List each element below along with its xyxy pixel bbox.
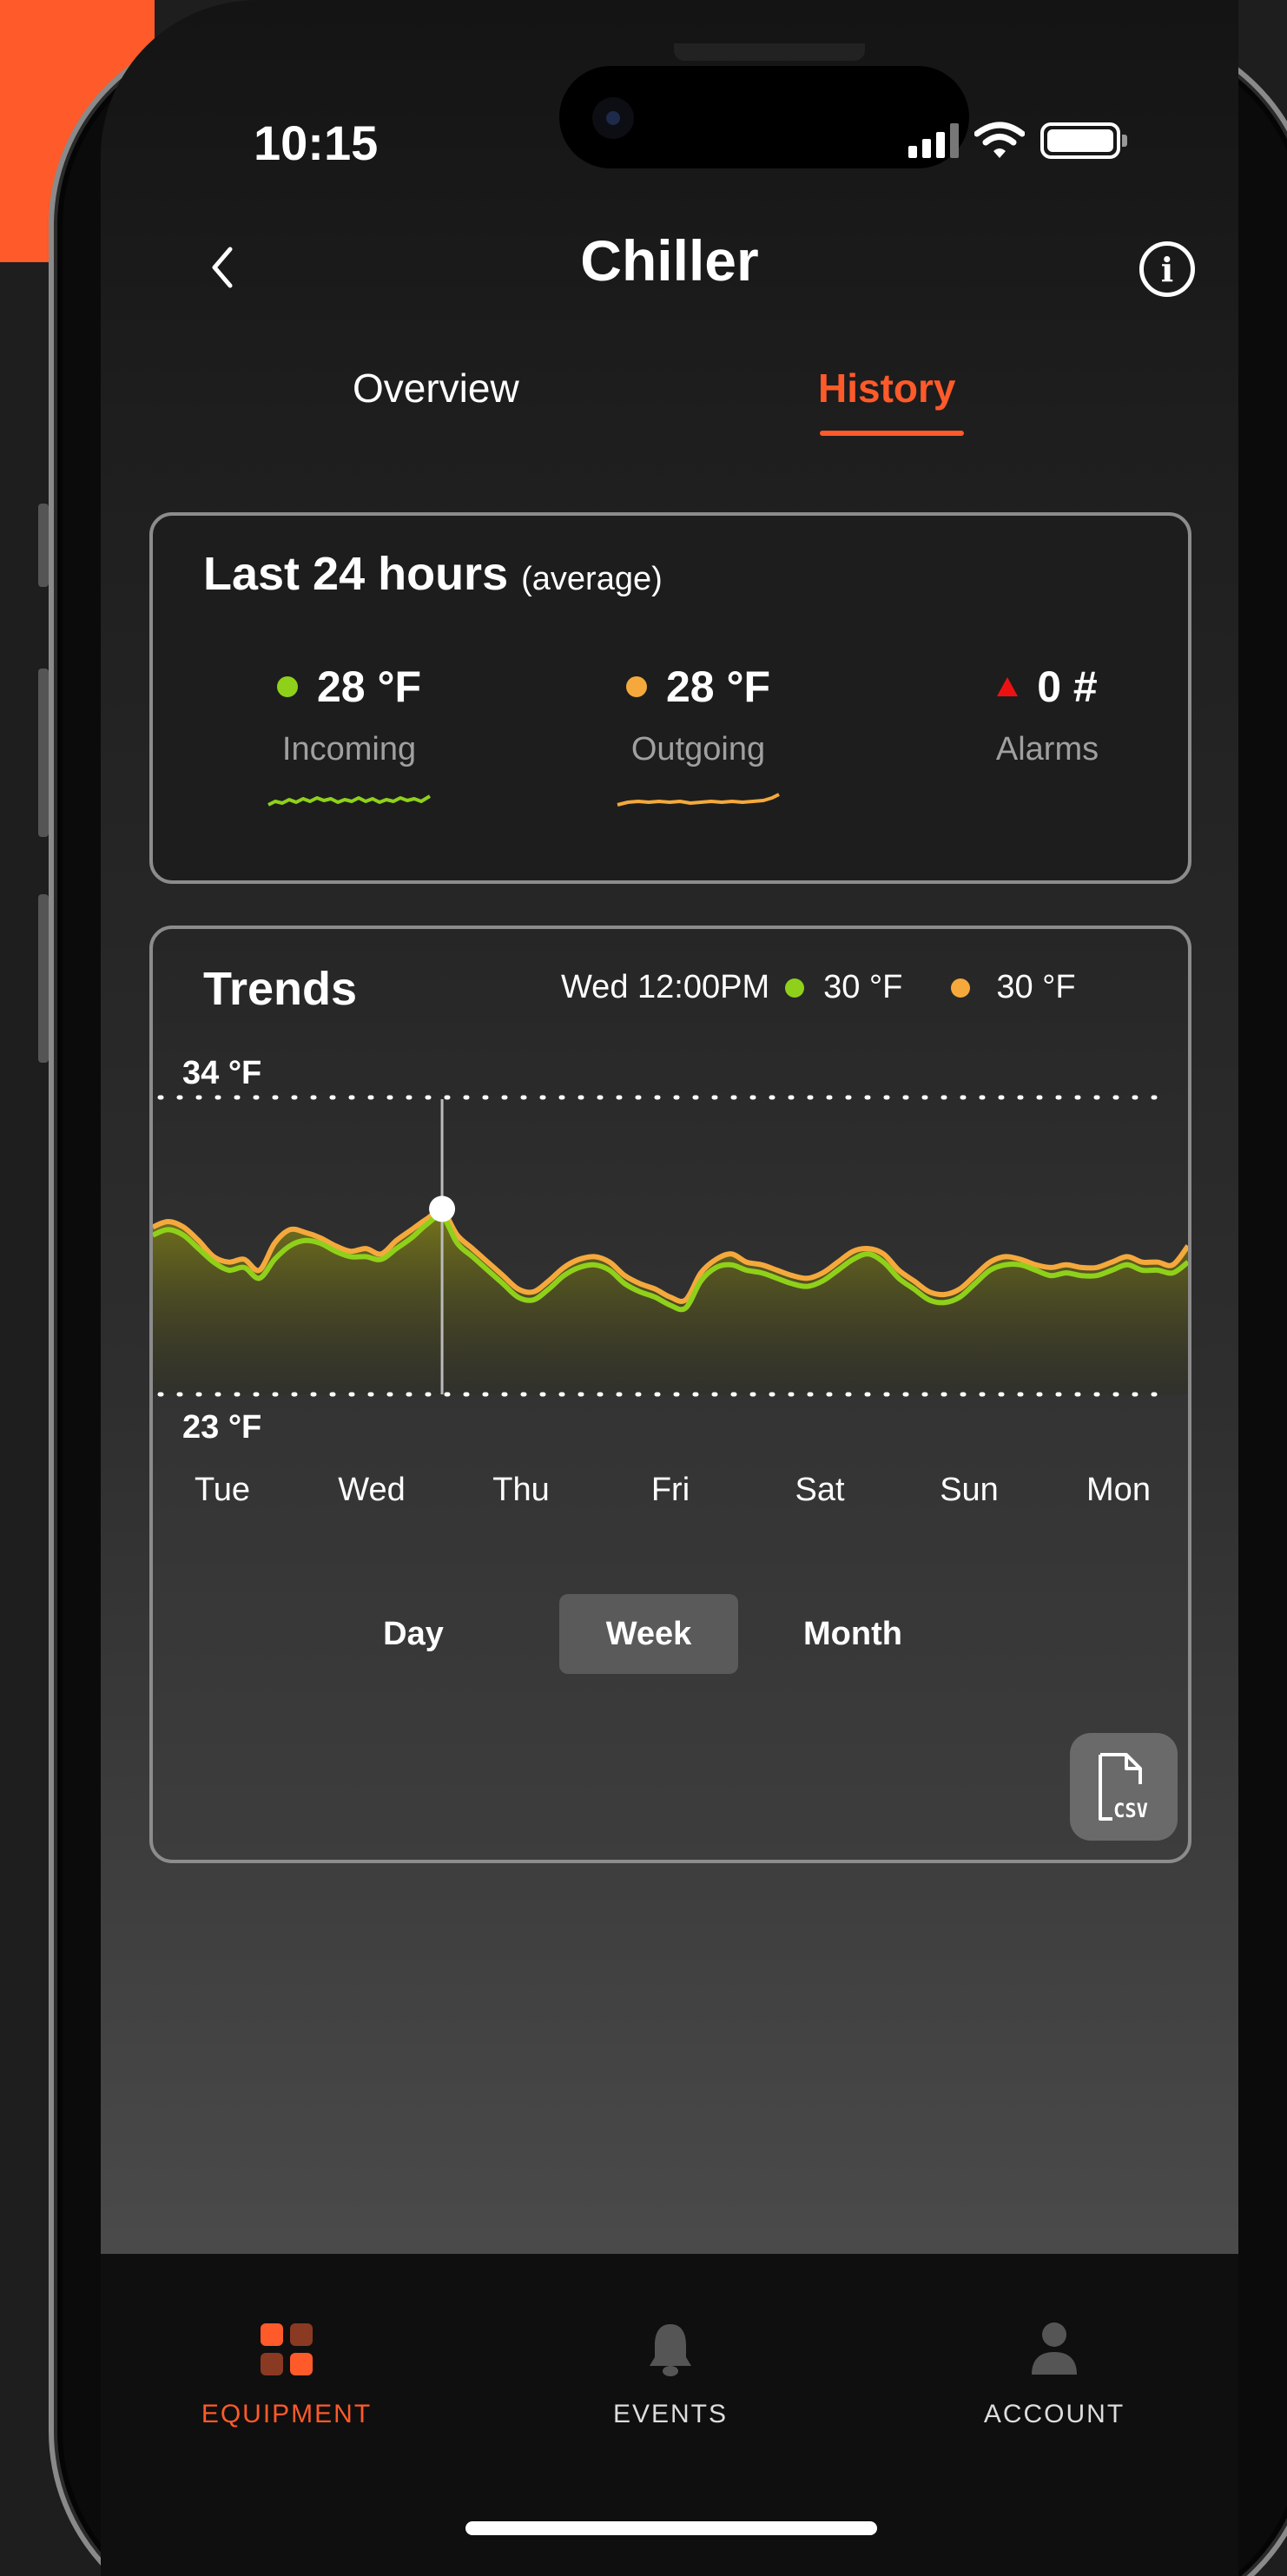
summary-title-text: Last 24 hours [203, 548, 509, 600]
trends-card: 34 °F 23 °F Tue Wed Thu Fri Sat Sun Mon Trends W… [149, 926, 1191, 1863]
battery-icon [1040, 122, 1127, 159]
wifi-icon [974, 122, 1025, 158]
x-tick-label-wed: Wed [338, 1472, 405, 1508]
metric-incoming-label: Incoming [281, 731, 417, 768]
incoming-dot-icon [276, 676, 298, 697]
equipment-grid-icon [261, 2323, 313, 2375]
metric-incoming: 28 °F Incoming [219, 662, 479, 810]
metric-alarms: 0 # Alarms [917, 662, 1178, 768]
outgoing-dot-icon [951, 978, 971, 998]
speaker-grille [674, 43, 865, 61]
readout-time: Wed 12:00PM [561, 969, 770, 1005]
nav-equipment[interactable]: EQUIPMENT [156, 2315, 417, 2429]
bell-icon [650, 2324, 691, 2376]
volume-down-button [38, 894, 49, 1063]
x-tick-label-sun: Sun [940, 1472, 999, 1508]
incoming-dot-icon [785, 978, 805, 998]
y-tick-label-max: 34 °F [182, 1055, 261, 1091]
status-icons [908, 122, 1127, 160]
info-button[interactable]: i [1139, 241, 1195, 297]
screenshot-stage: 10:15 Chiller i Overview History Last 24… [0, 0, 1287, 2576]
incoming-sparkline [267, 794, 432, 807]
selected-point-marker [429, 1196, 456, 1222]
volume-up-button [38, 669, 49, 837]
nav-equipment-label: EQUIPMENT [201, 2400, 373, 2428]
nav-account-label: ACCOUNT [983, 2400, 1125, 2428]
metric-incoming-value: 28 °F [316, 662, 422, 711]
x-tick-label-sat: Sat [795, 1472, 844, 1508]
app-screen: 10:15 Chiller i Overview History Last 24… [101, 0, 1238, 2576]
x-tick-label-fri: Fri [651, 1472, 690, 1508]
x-tick-label-thu: Thu [492, 1472, 549, 1508]
range-tab-day[interactable]: Day [361, 1594, 465, 1674]
summary-subtitle: (average) [521, 561, 663, 597]
readout-outgoing: 30 °F [996, 969, 1076, 1005]
metric-alarms-value: 0 # [1037, 662, 1098, 711]
nav-events[interactable]: EVENTS [540, 2315, 801, 2429]
home-indicator [465, 2521, 877, 2535]
front-camera [592, 97, 634, 139]
range-tab-week[interactable]: Week [559, 1594, 738, 1674]
metric-outgoing: 28 °F Outgoing [568, 662, 828, 810]
nav-events-label: EVENTS [612, 2400, 729, 2428]
summary-title: Last 24 hours (average) [203, 547, 663, 601]
trend-chart[interactable]: 34 °F 23 °F Tue Wed Thu Fri Sat Sun Mon [153, 929, 1188, 1624]
metric-outgoing-label: Outgoing [630, 731, 766, 768]
metric-alarms-label: Alarms [995, 731, 1099, 768]
x-tick-label-tue: Tue [195, 1472, 250, 1508]
tab-overview[interactable]: Overview [353, 365, 519, 412]
mute-switch [38, 504, 49, 587]
trend-readout: Wed 12:00PM 30 °F 30 °F [561, 969, 1076, 1006]
status-time: 10:15 [254, 115, 379, 170]
nav-account[interactable]: ACCOUNT [924, 2315, 1185, 2429]
trends-title: Trends [203, 963, 358, 1015]
metric-outgoing-value: 28 °F [665, 662, 771, 711]
cellular-signal-icon [908, 123, 959, 158]
csv-label: CSV [1113, 1801, 1148, 1822]
info-icon: i [1160, 249, 1174, 289]
active-tab-indicator [820, 431, 964, 436]
person-icon [1032, 2322, 1077, 2375]
summary-card: Last 24 hours (average) 28 °F Incoming 2… [149, 512, 1191, 884]
y-tick-label-min: 23 °F [182, 1409, 261, 1446]
page-title: Chiller [580, 228, 759, 293]
x-tick-label-mon: Mon [1086, 1472, 1151, 1508]
csv-file-icon: CSV [1099, 1753, 1148, 1822]
range-tab-month[interactable]: Month [775, 1594, 931, 1674]
csv-export-button[interactable]: CSV [1070, 1733, 1178, 1841]
readout-incoming: 30 °F [823, 969, 903, 1005]
tab-history[interactable]: History [818, 365, 955, 412]
alarm-triangle-icon [997, 677, 1019, 696]
outgoing-dot-icon [625, 676, 647, 697]
outgoing-sparkline [617, 793, 780, 807]
